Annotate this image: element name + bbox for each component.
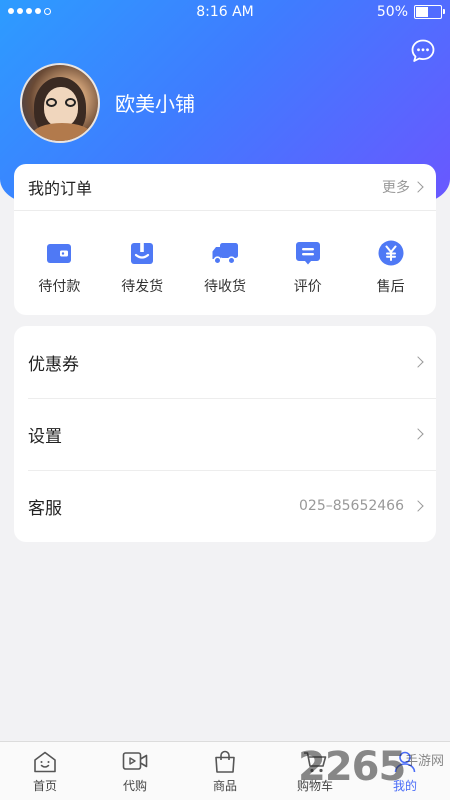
orders-title: 我的订单 (28, 179, 93, 198)
order-label: 待收货 (203, 279, 246, 295)
home-icon (34, 751, 56, 773)
chevron-right-icon (412, 428, 424, 440)
battery-fill (416, 7, 428, 17)
order-pending-shipment[interactable]: 待发货 (102, 239, 182, 296)
more-label: 更多 (382, 180, 410, 196)
order-pending-payment[interactable]: 待付款 (19, 239, 99, 296)
nav-purchase-agent[interactable]: 代购 (90, 742, 180, 800)
menu-right: 025–85652466 (299, 498, 424, 514)
nav-products[interactable]: 商品 (180, 742, 270, 800)
user-icon (394, 751, 416, 773)
orders-more-link[interactable]: 更多 (382, 177, 424, 197)
nav-label: 首页 (32, 779, 57, 793)
battery-percent: 50% (376, 4, 408, 20)
battery-icon (414, 5, 445, 19)
chevron-right-icon (412, 500, 424, 512)
battery-status: 50% (376, 0, 445, 24)
comment-icon (295, 242, 320, 265)
bottom-nav: 首页 代购 商品 购物车 我的 (0, 741, 450, 800)
yuan-coin-icon (378, 240, 404, 266)
avatar-scarf (32, 123, 92, 141)
order-label: 待付款 (38, 279, 81, 295)
order-label: 评价 (293, 279, 322, 295)
menu-label: 客服 (28, 498, 62, 519)
cart-icon (304, 752, 327, 773)
truck-icon (212, 243, 238, 265)
menu-coupons[interactable]: 优惠券 (14, 326, 436, 398)
menu-customer-service[interactable]: 客服 025–85652466 (14, 470, 436, 542)
wallet-icon (47, 244, 72, 263)
nav-label: 我的 (392, 779, 417, 793)
nav-mine[interactable]: 我的 (360, 742, 450, 800)
nav-label: 代购 (122, 779, 147, 793)
nav-label: 商品 (212, 779, 237, 793)
menu-label: 设置 (28, 426, 62, 447)
nav-home[interactable]: 首页 (0, 742, 90, 800)
video-icon (122, 752, 148, 770)
menu-settings[interactable]: 设置 (14, 398, 436, 470)
chat-bubble-icon[interactable] (410, 38, 436, 64)
status-bar: 8:16 AM 50% (0, 0, 450, 24)
menu-right (404, 356, 424, 368)
gift-box-icon (131, 243, 154, 264)
order-label: 待发货 (121, 279, 164, 295)
orders-header: 我的订单 更多 (14, 164, 436, 211)
order-status-row: 待付款 待发货 待收货 评价 售后 (14, 211, 436, 296)
nav-label: 购物车 (296, 779, 333, 793)
orders-card: 我的订单 更多 待付款 待发货 待收货 评价 售后 (14, 164, 436, 315)
customer-service-phone: 025–85652466 (299, 498, 404, 514)
shopping-bag-icon (215, 750, 235, 773)
menu-label: 优惠券 (28, 354, 79, 375)
chevron-right-icon (412, 356, 424, 368)
menu-card: 优惠券 设置 客服 025–85652466 (14, 326, 436, 542)
order-review[interactable]: 评价 (268, 239, 348, 296)
menu-right (404, 428, 424, 440)
chevron-right-icon (412, 181, 424, 193)
profile-page: 8:16 AM 50% 欧美小铺 我的订单 更多 待付款 待发货 待收货 评价 … (0, 0, 450, 800)
order-label: 售后 (376, 279, 405, 295)
avatar[interactable] (20, 63, 100, 143)
avatar-glasses (46, 98, 76, 108)
order-pending-receipt[interactable]: 待收货 (185, 239, 265, 296)
nav-cart[interactable]: 购物车 (270, 742, 360, 800)
shop-name: 欧美小铺 (115, 92, 195, 116)
order-after-sales[interactable]: 售后 (351, 239, 431, 296)
